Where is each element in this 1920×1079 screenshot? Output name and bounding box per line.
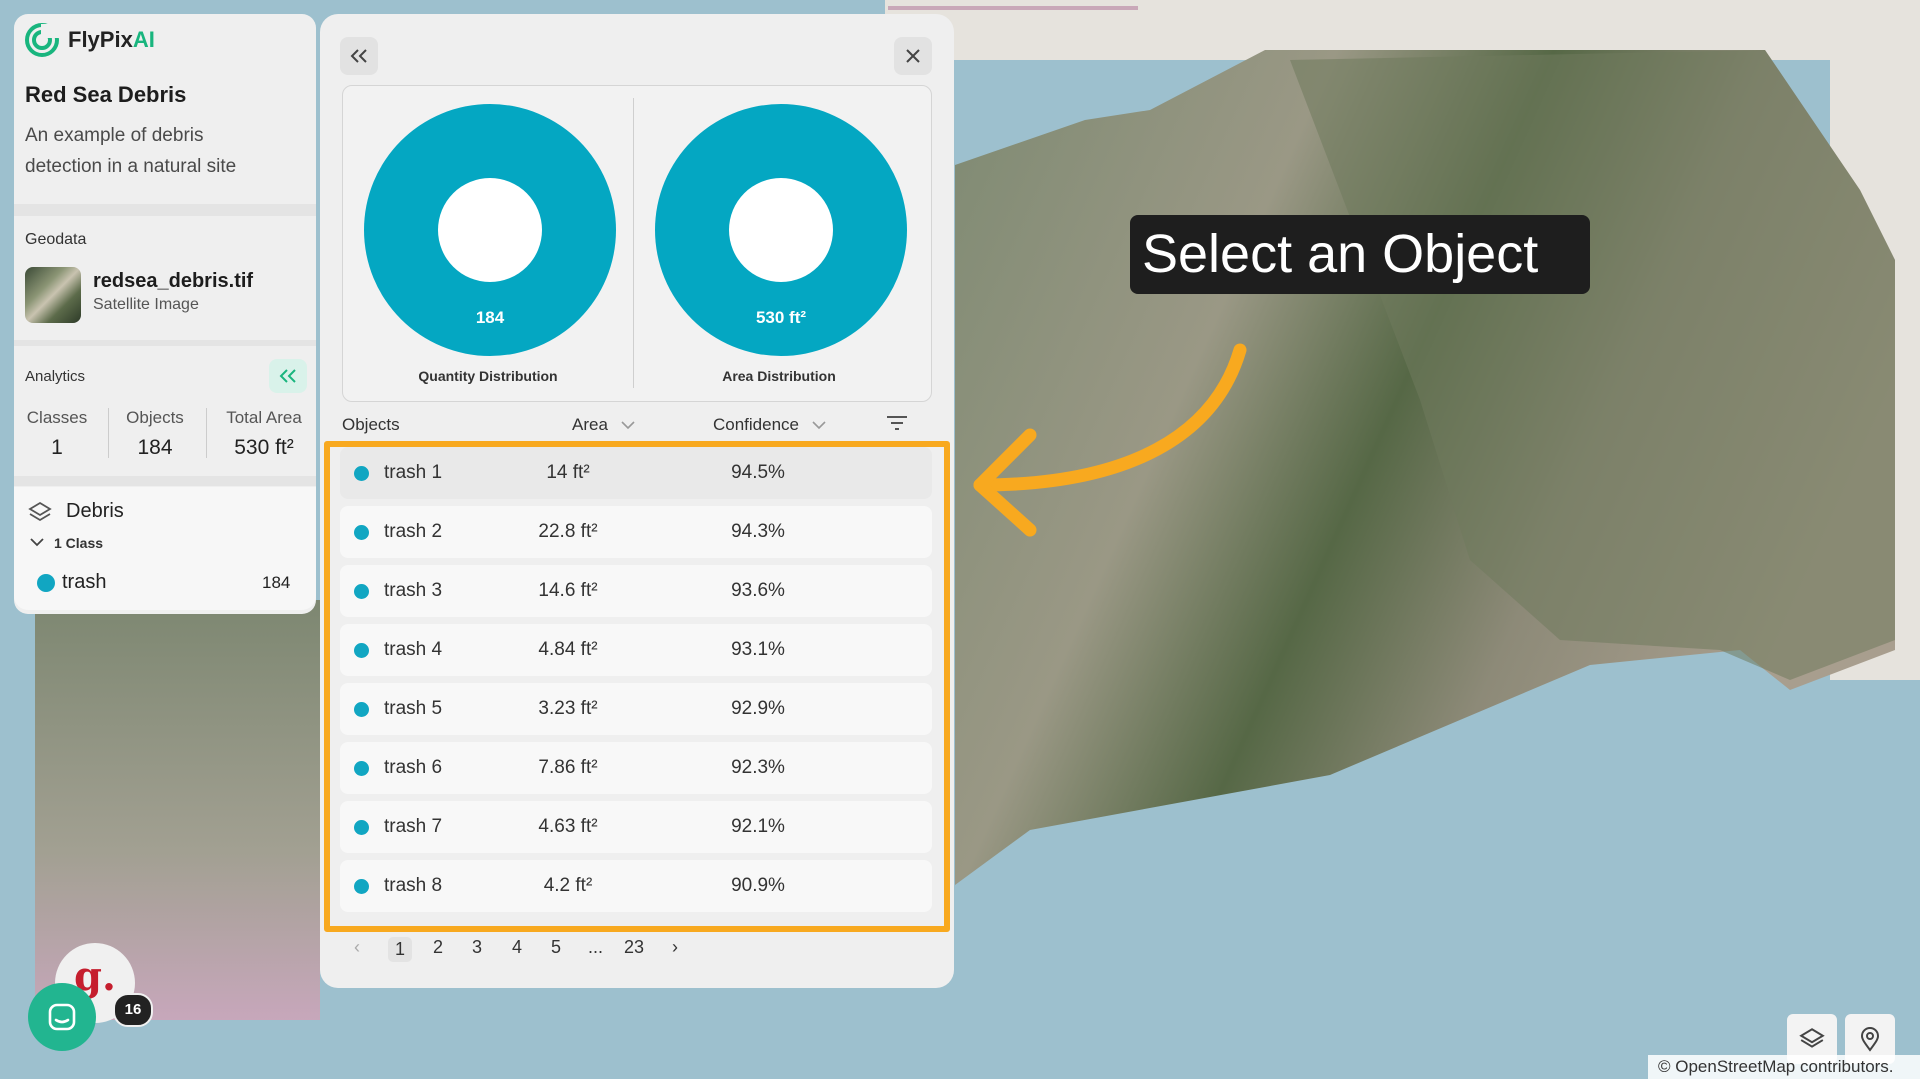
stat-separator [206, 408, 207, 458]
section-divider [14, 204, 316, 216]
pagination-page-5[interactable]: 5 [551, 937, 561, 958]
pagination-page-4[interactable]: 4 [512, 937, 522, 958]
flypix-logo-icon [25, 23, 59, 57]
pagination-next[interactable]: › [672, 937, 678, 958]
stat-total-area: Total Area 530 ft² [216, 408, 312, 460]
pagination-page-3[interactable]: 3 [472, 937, 482, 958]
chevron-down-icon [621, 421, 635, 430]
double-chevron-left-icon [279, 369, 296, 383]
close-panel-button[interactable] [894, 37, 932, 75]
column-header-label: Area [572, 415, 608, 434]
notification-badge: 16 [113, 993, 153, 1027]
chat-button[interactable] [28, 983, 96, 1051]
project-description: An example of debris detection in a natu… [25, 125, 237, 177]
pagination-prev[interactable]: ‹ [354, 937, 360, 958]
donut-hole [729, 178, 833, 282]
stat-separator [108, 408, 109, 458]
analytics-label: Analytics [25, 368, 86, 385]
stat-value: 184 [137, 436, 173, 459]
column-header-label: Confidence [713, 415, 800, 434]
brand-name: FlyPixAI [68, 27, 155, 52]
geodata-file-type: Satellite Image [93, 296, 199, 313]
stat-label: Objects [126, 408, 184, 427]
section-divider [14, 340, 316, 346]
filter-icon[interactable] [886, 414, 908, 432]
class-label[interactable]: trash [62, 571, 106, 594]
brand-logo[interactable]: FlyPixAI [24, 22, 155, 58]
location-pin-icon [1860, 1027, 1880, 1052]
donut-hole [438, 178, 542, 282]
collapse-analytics-button[interactable] [269, 359, 307, 393]
curved-arrow-icon [973, 343, 1247, 537]
column-header-confidence[interactable]: Confidence [713, 415, 826, 435]
donut-value-label: 184 [476, 308, 505, 327]
layers-icon [28, 501, 52, 522]
chevron-down-icon [812, 421, 826, 430]
stat-objects: Objects 184 [115, 408, 195, 460]
stat-value: 1 [51, 436, 63, 459]
layers-icon [1799, 1028, 1825, 1048]
chart-caption: Quantity Distribution [418, 368, 558, 384]
chart-caption: Area Distribution [722, 368, 836, 384]
donut-value-label: 530 ft² [756, 308, 806, 327]
quantity-donut-chart: 184 [364, 104, 616, 356]
column-header-area[interactable]: Area [572, 415, 635, 435]
objects-list-highlight [324, 441, 950, 932]
geodata-file-name[interactable]: redsea_debris.tif [93, 270, 253, 293]
chevron-down-icon[interactable] [30, 536, 44, 548]
column-header-objects: Objects [342, 415, 400, 434]
project-title: Red Sea Debris [25, 82, 187, 107]
pagination-page-2[interactable]: 2 [433, 937, 443, 958]
map-attribution[interactable]: © OpenStreetMap contributors. [1648, 1055, 1920, 1079]
class-object-count: 184 [262, 573, 291, 592]
pagination-page-last[interactable]: 23 [624, 937, 644, 958]
chart-separator [633, 98, 634, 388]
geodata-label: Geodata [25, 231, 87, 248]
collapse-panel-button[interactable] [340, 37, 378, 75]
chat-icon [48, 1003, 76, 1031]
instruction-tooltip: Select an Object [1130, 215, 1590, 294]
pagination-ellipsis: ... [588, 937, 604, 957]
section-divider [14, 476, 316, 486]
stat-classes: Classes 1 [22, 408, 92, 460]
area-donut-chart: 530 ft² [655, 104, 907, 356]
pagination-page-1[interactable]: 1 [388, 937, 413, 962]
stat-label: Classes [26, 408, 88, 427]
layer-name[interactable]: Debris [66, 500, 124, 523]
double-chevron-left-icon [350, 49, 367, 63]
stat-value: 530 ft² [234, 436, 294, 459]
class-color-dot [37, 574, 55, 592]
geodata-thumbnail[interactable] [25, 267, 81, 323]
stat-label: Total Area [226, 408, 302, 427]
close-icon [906, 49, 920, 63]
class-count: 1 Class [54, 535, 104, 551]
